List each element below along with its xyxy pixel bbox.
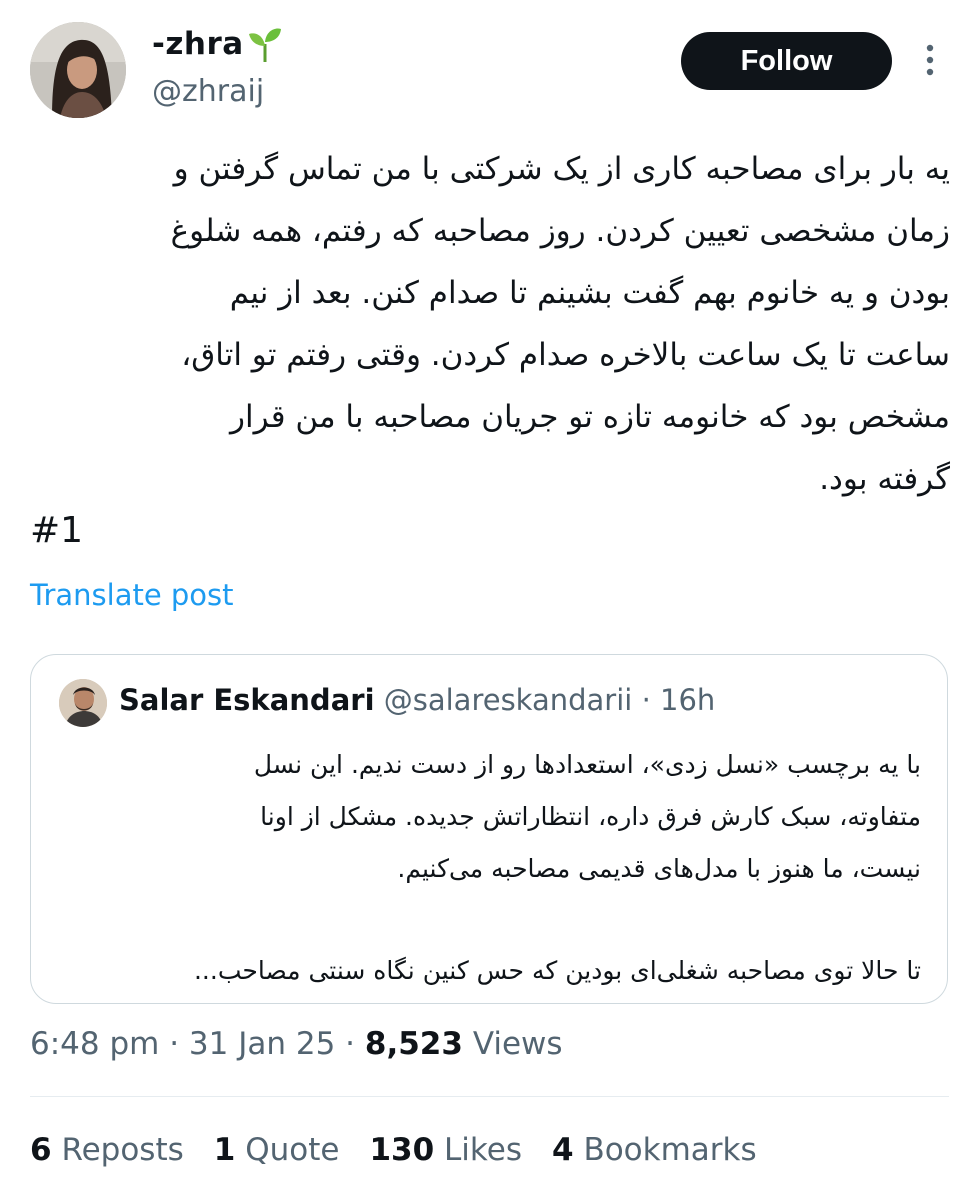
quote-line: متفاوته، سبک کارش فرق داره، انتظاراتش جد… bbox=[260, 802, 921, 831]
bookmarks-label: Bookmarks bbox=[583, 1132, 757, 1168]
translate-post-link[interactable]: Translate post bbox=[30, 578, 234, 612]
quote-author-name[interactable]: Salar Eskandari bbox=[119, 683, 375, 717]
meta-separator: · bbox=[169, 1026, 180, 1062]
hashtag-number: #1 bbox=[30, 510, 84, 551]
quote-text: با یه برچسب «نسل زدی»، استعدادها رو از د… bbox=[49, 739, 921, 997]
follow-button[interactable]: Follow bbox=[681, 32, 892, 90]
views-count: 8,523 bbox=[364, 1026, 463, 1062]
likes-count: 130 bbox=[369, 1132, 435, 1168]
likes-label: Likes bbox=[444, 1132, 522, 1168]
bookmarks-stat[interactable]: 4 Bookmarks bbox=[552, 1132, 757, 1168]
quote-separator: · bbox=[641, 683, 651, 717]
reposts-label: Reposts bbox=[61, 1132, 184, 1168]
quote-line: با یه برچسب «نسل زدی»، استعدادها رو از د… bbox=[253, 750, 921, 779]
tweet-text: یه بار برای مصاحبه کاری از یک شرکتی با م… bbox=[30, 138, 950, 510]
reposts-count: 6 bbox=[30, 1132, 52, 1168]
author-handle[interactable]: @zhraij bbox=[152, 74, 264, 109]
views-label: Views bbox=[472, 1026, 563, 1062]
engagement-stats: 6 Reposts 1 Quote 130 Likes 4 Bookmarks bbox=[30, 1132, 757, 1168]
tweet-line: گرفته بود. bbox=[819, 461, 950, 497]
tweet-time[interactable]: 6:48 pm bbox=[30, 1026, 159, 1062]
quotes-stat[interactable]: 1 Quote bbox=[214, 1132, 340, 1168]
tweet-line: زمان مشخصی تعیین کردن. روز مصاحبه که رفت… bbox=[170, 213, 950, 249]
reposts-stat[interactable]: 6 Reposts bbox=[30, 1132, 184, 1168]
quoted-tweet-card[interactable]: Salar Eskandari @salareskandarii · 16h ب… bbox=[30, 654, 948, 1004]
seedling-icon bbox=[248, 26, 282, 62]
likes-stat[interactable]: 130 Likes bbox=[369, 1132, 522, 1168]
author-name-row[interactable]: -zhra bbox=[152, 26, 282, 62]
bookmarks-count: 4 bbox=[552, 1132, 574, 1168]
tweet-line: یه بار برای مصاحبه کاری از یک شرکتی با م… bbox=[173, 151, 950, 187]
more-vertical-icon[interactable] bbox=[922, 42, 938, 78]
quote-author-avatar bbox=[59, 679, 107, 727]
quote-author-handle[interactable]: @salareskandarii bbox=[384, 683, 633, 717]
divider bbox=[30, 1096, 949, 1097]
tweet-meta: 6:48 pm · 31 Jan 25 · 8,523 Views bbox=[30, 1026, 563, 1062]
tweet-date[interactable]: 31 Jan 25 bbox=[189, 1026, 335, 1062]
quote-header: Salar Eskandari @salareskandarii · 16h bbox=[119, 683, 715, 717]
quotes-label: Quote bbox=[245, 1132, 340, 1168]
tweet-line: مشخص بود که خانومه تازه تو جریان مصاحبه … bbox=[230, 399, 950, 435]
quote-time: 16h bbox=[660, 683, 716, 717]
author-name[interactable]: -zhra bbox=[152, 26, 244, 62]
quote-line: تا حالا توی مصاحبه شغلی‌ای بودین که حس ک… bbox=[193, 956, 921, 985]
quotes-count: 1 bbox=[213, 1132, 236, 1168]
meta-separator: · bbox=[345, 1026, 356, 1062]
tweet-line: ساعت تا یک ساعت بالاخره صدام کردن. وقتی … bbox=[181, 337, 950, 373]
author-avatar[interactable] bbox=[30, 22, 126, 118]
tweet-line: بودن و یه خانوم بهم گفت بشینم تا صدام کن… bbox=[229, 275, 950, 311]
quote-line: نیست، ما هنوز با مدل‌های قدیمی مصاحبه می… bbox=[397, 854, 921, 883]
